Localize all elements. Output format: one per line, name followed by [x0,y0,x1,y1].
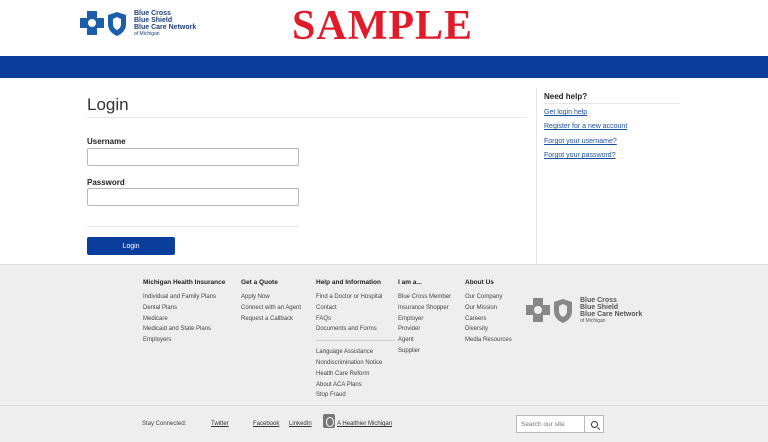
help-title: Need help? [544,92,588,101]
logo-line-1: Blue Cross [134,10,171,17]
page-title: Login [87,95,129,114]
site-search [516,415,604,433]
logo-mark [80,10,128,37]
logo-line-4: of Michigan [134,31,160,37]
logo-line-3: Blue Care Network [580,311,643,318]
footer-link[interactable]: Diversity [465,324,512,335]
nav-bar [0,56,768,78]
login-main: Login Username Password Login Need help?… [0,78,768,264]
site-header: Blue Cross Blue Shield Blue Care Network… [0,0,768,56]
footer-link[interactable]: Medicare [143,314,225,325]
search-icon [591,421,598,428]
footer-logo-text: Blue Cross Blue Shield Blue Care Network… [580,297,642,324]
site-footer: Michigan Health Insurance Individual and… [0,264,768,442]
logo-line-1: Blue Cross [580,297,617,304]
login-button[interactable]: Login [87,237,175,255]
blue-shield-icon [552,298,574,324]
footer-col-title: About Us [465,279,494,286]
footer-link[interactable]: Contact [316,303,396,314]
username-input[interactable] [87,148,299,166]
forgot-password-link[interactable]: Forgot your password? [544,152,616,159]
footer-col-title: I am a... [398,279,422,286]
password-label: Password [87,178,125,187]
footer-link[interactable]: Employers [143,335,225,346]
footer-link[interactable]: Our Company [465,292,512,303]
search-button[interactable] [584,415,604,433]
footer-col-title: Michigan Health Insurance [143,279,226,286]
bcbs-logo[interactable]: Blue Cross Blue Shield Blue Care Network… [80,10,196,37]
logo-line-4: of Michigan [580,318,606,324]
footer-link[interactable]: Dental Plans [143,303,225,314]
footer-col-title: Get a Quote [241,279,278,286]
linkedin-link[interactable]: LinkedIn [289,421,312,427]
footer-link[interactable]: Employer [398,314,451,325]
footer-logo[interactable]: Blue Cross Blue Shield Blue Care Network… [526,297,642,324]
footer-link[interactable]: Apply Now [241,292,301,303]
footer-col-divider [316,340,396,342]
footer-link[interactable]: Documents and Forms [316,324,396,335]
footer-link[interactable]: Nondiscrimination Notice [316,358,396,369]
footer-link[interactable]: Supplier [398,346,451,357]
healthier-michigan-link[interactable]: A Healthier Michigan [337,421,392,427]
search-input[interactable] [516,415,584,433]
footer-link[interactable]: About ACA Plans [316,380,396,391]
blue-cross-icon [80,10,104,35]
blue-cross-icon [526,297,550,322]
logo-text: Blue Cross Blue Shield Blue Care Network… [134,10,196,37]
logo-line-2: Blue Shield [134,17,173,24]
footer-link[interactable]: Stop Fraud [316,390,396,401]
footer-link[interactable]: Language Assistance [316,347,396,358]
footer-col-about-us: About Us Our Company Our Mission Careers… [465,279,512,346]
sample-watermark: SAMPLE [292,3,474,49]
logo-line-3: Blue Care Network [134,24,197,31]
footer-link[interactable]: Medicaid and State Plans [143,324,225,335]
stay-connected-label: Stay Connected: [142,421,187,427]
form-divider [87,226,299,227]
footer-col-i-am: I am a... Blue Cross Member Insurance Sh… [398,279,451,357]
footer-col-get-quote: Get a Quote Apply Now Connect with an Ag… [241,279,301,324]
help-divider [544,103,680,104]
footer-link[interactable]: Blue Cross Member [398,292,451,303]
username-label: Username [87,137,126,146]
footer-link[interactable]: Agent [398,335,451,346]
forgot-username-link[interactable]: Forgot your username? [544,138,617,145]
footer-link[interactable]: Insurance Shopper [398,303,451,314]
logo-line-2: Blue Shield [580,304,619,311]
footer-col-help-info: Help and Information Find a Doctor or Ho… [316,279,396,401]
facebook-link[interactable]: Facebook [253,421,279,427]
footer-link[interactable]: Health Care Reform [316,369,396,380]
footer-link[interactable]: Individual and Family Plans [143,292,225,303]
footer-col-title: Help and Information [316,279,381,286]
footer-link[interactable]: Find a Doctor or Hospital [316,292,396,303]
get-login-help-link[interactable]: Get login help [544,109,587,116]
footer-link[interactable]: Media Resources [465,335,512,346]
healthier-michigan-icon[interactable] [323,414,335,428]
footer-logo-mark [526,297,574,324]
footer-col-health-insurance: Michigan Health Insurance Individual and… [143,279,225,346]
blue-shield-icon [106,11,128,37]
footer-link[interactable]: Our Mission [465,303,512,314]
title-divider [87,117,527,118]
twitter-link[interactable]: Twitter [211,421,229,427]
footer-link[interactable]: FAQs [316,314,396,325]
footer-link[interactable]: Careers [465,314,512,325]
footer-link[interactable]: Provider [398,324,451,335]
vertical-divider [536,88,537,264]
footer-link[interactable]: Request a Callback [241,314,301,325]
register-link[interactable]: Register for a new account [544,123,627,130]
password-input[interactable] [87,188,299,206]
footer-link[interactable]: Connect with an Agent [241,303,301,314]
footer-divider [0,405,768,406]
